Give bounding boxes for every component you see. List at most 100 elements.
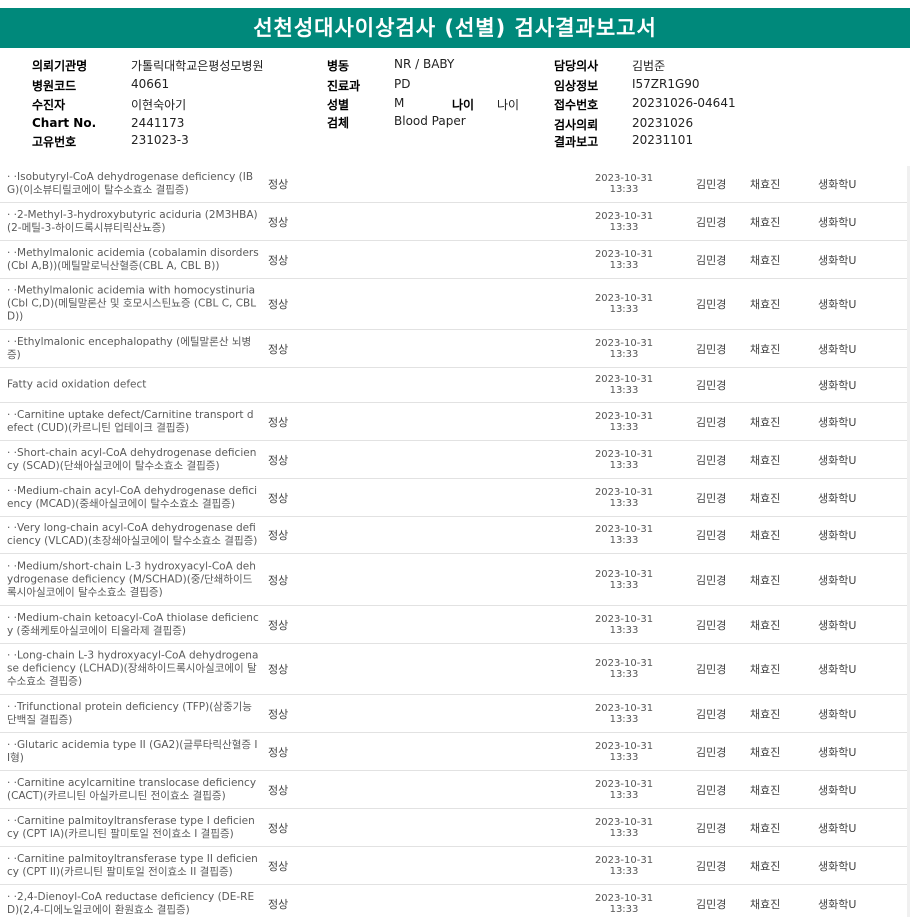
label-patient: 수진자 — [32, 98, 66, 112]
lab-department: 생화학U — [818, 491, 857, 505]
test-name: · ·Carnitine palmitoyltransferase type I… — [7, 852, 258, 878]
label-hospital-code: 병원코드 — [32, 79, 77, 93]
test-time: 13:33 — [609, 579, 639, 591]
approver-name: 채효진 — [750, 821, 781, 835]
table-row: · ·Isobutyryl-CoA dehydrogenase deficien… — [0, 166, 910, 203]
label-request-date: 검사의뢰 — [554, 118, 599, 132]
table-row: · ·2-Methyl-3-hydroxybutyric aciduria (2… — [0, 203, 910, 241]
tester-name: 김민경 — [696, 573, 727, 587]
test-datetime: 2023-10-31 13:33 — [578, 703, 670, 725]
tester-name: 김민경 — [696, 529, 727, 542]
label-ward: 병동 — [327, 59, 350, 73]
tester-name: 김민경 — [696, 897, 727, 911]
value-specimen: Blood Paper — [394, 114, 466, 128]
lab-department: 생화학U — [818, 298, 857, 311]
table-row: · ·Short-chain acyl-CoA dehydrogenase de… — [0, 441, 910, 479]
test-time: 13:33 — [609, 827, 639, 839]
test-name: · ·2-Methyl-3-hydroxybutyric aciduria (2… — [7, 208, 258, 234]
tester-name: 김민경 — [696, 491, 727, 505]
label-clinical-info: 임상정보 — [554, 79, 599, 93]
value-doctor: 김범준 — [632, 59, 666, 73]
value-request-date: 20231026 — [632, 116, 694, 130]
test-datetime: 2023-10-31 13:33 — [578, 487, 670, 509]
test-datetime: 2023-10-31 13:33 — [578, 293, 670, 315]
table-row: · ·Methylmalonic acidemia (cobalamin dis… — [0, 241, 910, 279]
approver-name: 채효진 — [750, 897, 781, 911]
test-datetime: 2023-10-31 13:33 — [578, 524, 670, 546]
test-time: 13:33 — [609, 669, 639, 680]
table-row: · ·Medium-chain ketoacyl-CoA thiolase de… — [0, 606, 910, 644]
value-ward: NR / BABY — [394, 57, 455, 71]
table-row: · ·Very long-chain acyl-CoA dehydrogenas… — [0, 517, 910, 554]
label-age: 나이 — [452, 98, 475, 112]
test-date: 2023-10-31 — [594, 293, 654, 304]
test-time: 13:33 — [609, 421, 639, 433]
test-datetime: 2023-10-31 13:33 — [578, 173, 670, 195]
lab-department: 생화학U — [818, 859, 857, 873]
label-report-date: 결과보고 — [554, 135, 599, 149]
test-date: 2023-10-31 — [594, 173, 654, 184]
lab-department: 생화학U — [818, 529, 857, 542]
label-unique-no: 고유번호 — [32, 135, 77, 149]
approver-name: 채효진 — [750, 573, 781, 587]
test-date: 2023-10-31 — [594, 702, 654, 714]
lab-department: 생화학U — [818, 253, 857, 267]
result-table: · ·Isobutyryl-CoA dehydrogenase deficien… — [0, 166, 910, 917]
test-date: 2023-10-31 — [594, 486, 654, 498]
approver-name: 채효진 — [750, 618, 781, 632]
test-time: 13:33 — [609, 385, 639, 396]
test-time: 13:33 — [609, 459, 639, 471]
lab-department: 생화학U — [818, 453, 857, 467]
test-time: 13:33 — [609, 221, 639, 233]
test-datetime: 2023-10-31 13:33 — [578, 338, 670, 360]
tester-name: 김민경 — [696, 379, 727, 392]
test-result: 정상 — [268, 745, 289, 759]
test-date: 2023-10-31 — [594, 210, 654, 222]
table-row: · ·Ethylmalonic encephalopathy (에틸말론산 뇌병… — [0, 330, 910, 368]
tester-name: 김민경 — [696, 707, 727, 721]
table-row-group-header: Fatty acid oxidation defect 2023-10-31 13… — [0, 368, 910, 403]
approver-name: 채효진 — [750, 453, 781, 467]
table-row: · ·2,4-Dienoyl-CoA reductase deficiency … — [0, 885, 910, 917]
lab-department: 생화학U — [818, 745, 857, 759]
test-result: 정상 — [268, 573, 289, 587]
lab-department: 생화학U — [818, 707, 857, 721]
test-result: 정상 — [268, 453, 289, 467]
lab-department: 생화학U — [818, 821, 857, 835]
approver-name: 채효진 — [750, 707, 781, 721]
tester-name: 김민경 — [696, 253, 727, 267]
tester-name: 김민경 — [696, 215, 727, 229]
test-datetime: 2023-10-31 13:33 — [578, 817, 670, 839]
test-datetime: 2023-10-31 13:33 — [578, 249, 670, 271]
value-clinical-info: I57ZR1G90 — [632, 77, 700, 91]
test-time: 13:33 — [609, 624, 639, 636]
test-result: 정상 — [268, 859, 289, 873]
test-datetime: 2023-10-31 13:33 — [578, 449, 670, 471]
test-result: 정상 — [268, 491, 289, 505]
test-time: 13:33 — [609, 184, 639, 195]
test-result: 정상 — [268, 783, 289, 797]
test-result: 정상 — [268, 707, 289, 721]
label-department: 진료과 — [327, 79, 361, 93]
approver-name: 채효진 — [750, 663, 781, 676]
approver-name: 채효진 — [750, 215, 781, 229]
tester-name: 김민경 — [696, 342, 727, 356]
approver-name: 채효진 — [750, 342, 781, 356]
value-age: 나이 — [497, 98, 520, 112]
test-result: 정상 — [268, 342, 289, 356]
test-time: 13:33 — [609, 865, 639, 877]
table-row: · ·Medium-chain acyl-CoA dehydrogenase d… — [0, 479, 910, 517]
lab-department: 생화학U — [818, 783, 857, 797]
test-datetime: 2023-10-31 13:33 — [578, 658, 670, 680]
test-time: 13:33 — [609, 751, 639, 763]
test-date: 2023-10-31 — [594, 854, 654, 866]
test-date: 2023-10-31 — [594, 568, 654, 580]
approver-name: 채효진 — [750, 298, 781, 311]
tester-name: 김민경 — [696, 415, 727, 429]
test-name: · ·Isobutyryl-CoA dehydrogenase deficien… — [7, 171, 254, 196]
approver-name: 채효진 — [750, 491, 781, 505]
label-sex: 성별 — [327, 98, 350, 112]
tester-name: 김민경 — [696, 821, 727, 835]
approver-name: 채효진 — [750, 529, 781, 542]
lab-department: 생화학U — [818, 415, 857, 429]
